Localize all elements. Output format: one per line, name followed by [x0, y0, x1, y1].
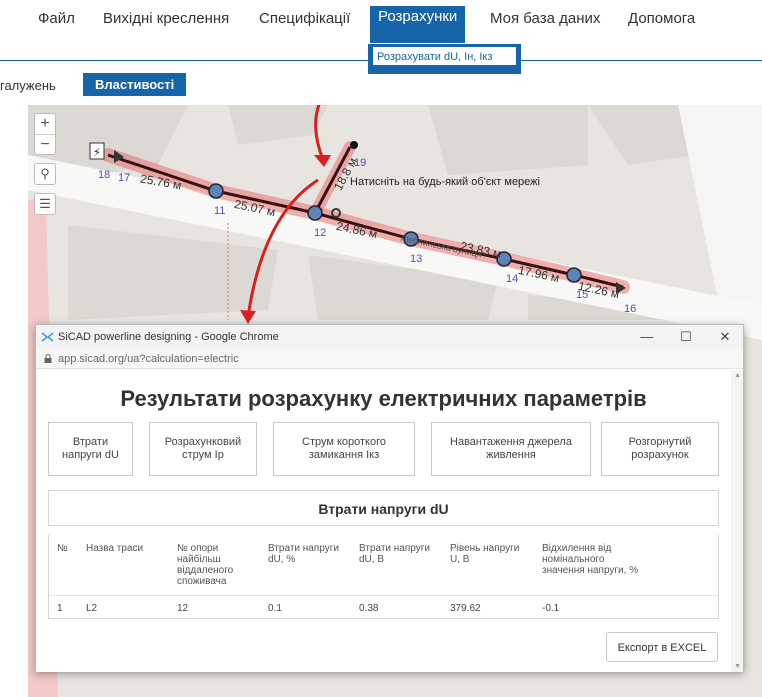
maximize-icon[interactable]: ☐ — [668, 325, 704, 349]
building-shape — [68, 225, 278, 320]
window-titlebar: SiCAD powerline designing - Google Chrom… — [36, 325, 743, 349]
menu-output-drawings[interactable]: Вихідні креслення — [103, 10, 229, 27]
menu-my-database[interactable]: Моя база даних — [490, 10, 600, 27]
window-title: SiCAD powerline designing - Google Chrom… — [58, 331, 279, 343]
url-text: app.sicad.org/ua?calculation=electric — [58, 353, 239, 365]
building-shape — [428, 105, 588, 175]
pole-label: 16 — [624, 303, 637, 315]
branch-end-node — [350, 141, 358, 149]
menu-calculations[interactable]: Розрахунки — [370, 6, 466, 43]
menu-specifications[interactable]: Специфікації — [259, 10, 350, 27]
pole-label: 12 — [314, 227, 327, 239]
source-load-button[interactable]: Навантаження джерела живлення — [431, 422, 591, 476]
svg-text:⚡: ⚡ — [93, 146, 101, 159]
column-header: Відхилення від номінального значення нап… — [542, 543, 639, 576]
window-controls: — ☐ ✕ — [629, 325, 743, 349]
zoom-in-button[interactable]: + — [35, 114, 55, 134]
map-hint-text: Натисніть на будь-який об'єкт мережі — [350, 176, 540, 188]
results-table: № Назва траси № опори найбільш віддалено… — [48, 535, 719, 619]
street-area — [678, 105, 762, 305]
search-icon[interactable]: ⚲ — [34, 163, 56, 185]
results-window: SiCAD powerline designing - Google Chrom… — [35, 324, 744, 672]
scrollbar[interactable]: ▲ ▼ — [731, 370, 743, 672]
column-header: Втрати напруги dU, В — [359, 543, 430, 565]
column-header: Рівень напруги U, В — [450, 543, 520, 565]
scroll-down-icon[interactable]: ▼ — [734, 663, 741, 670]
export-excel-button[interactable]: Експорт в EXCEL — [606, 632, 718, 662]
address-bar[interactable]: app.sicad.org/ua?calculation=electric — [36, 349, 743, 369]
app-logo-icon — [41, 332, 54, 342]
table-cell: 12 — [177, 603, 189, 614]
voltage-loss-button[interactable]: Втрати напруги dU — [48, 422, 133, 476]
column-header: Втрати напруги dU, % — [268, 543, 339, 565]
table-cell: -0.1 — [542, 603, 560, 614]
close-icon[interactable]: ✕ — [707, 325, 743, 349]
column-header: № опори найбільш віддаленого споживача — [177, 543, 234, 587]
menu-file[interactable]: Файл — [38, 10, 75, 27]
page-title: Результати розрахунку електричних параме… — [120, 386, 647, 411]
menu-help[interactable]: Допомога — [628, 10, 695, 27]
table-cell: 1 — [57, 603, 63, 614]
row-divider — [49, 595, 718, 596]
tab-branches[interactable]: галужень — [0, 78, 56, 93]
calculations-dropdown: Розрахувати dU, Ін, Ікз — [368, 44, 521, 74]
building-shape — [228, 105, 328, 145]
table-cell: 0.1 — [268, 603, 282, 614]
minimize-icon[interactable]: — — [629, 325, 665, 349]
detailed-calculation-button[interactable]: Розгорнутий розрахунок — [601, 422, 719, 476]
table-cell: 0.38 — [359, 603, 379, 614]
scroll-up-icon[interactable]: ▲ — [734, 372, 741, 379]
zoom-out-button[interactable]: − — [35, 134, 55, 154]
table-cell: 379.62 — [450, 603, 481, 614]
column-header: № — [57, 543, 68, 554]
results-page: Результати розрахунку електричних параме… — [36, 370, 743, 672]
lock-icon — [44, 354, 52, 363]
pole-label: 18 — [98, 169, 111, 181]
layers-icon[interactable]: ☰ — [34, 193, 56, 215]
section-title: Втрати напруги dU — [48, 490, 719, 526]
pole-label: 13 — [410, 253, 423, 265]
tab-properties[interactable]: Властивості — [83, 73, 187, 96]
table-cell: L2 — [86, 603, 98, 614]
calc-du-in-ikz-item[interactable]: Розрахувати dU, Ін, Ікз — [372, 46, 517, 66]
column-header: Назва траси — [86, 543, 144, 554]
design-current-button[interactable]: Розрахунковий струм Ір — [149, 422, 257, 476]
short-circuit-button[interactable]: Струм короткого замикання Ікз — [273, 422, 415, 476]
pole-label: 11 — [214, 205, 226, 217]
zoom-control: + − — [34, 113, 56, 155]
pole-label: 17 — [118, 172, 131, 184]
